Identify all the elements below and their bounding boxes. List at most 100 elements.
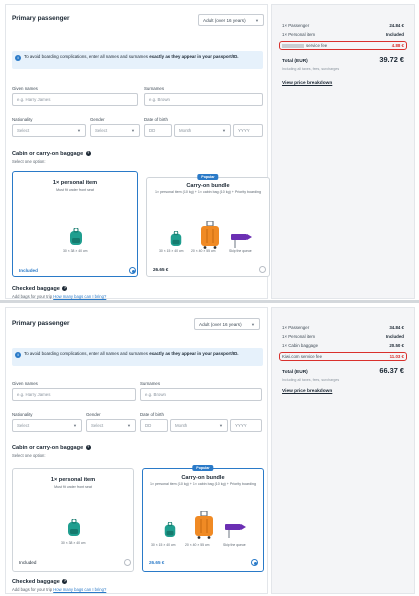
price-row: 1× Passenger 34.84 € bbox=[282, 325, 404, 330]
dob-year-input[interactable]: YYYY bbox=[233, 124, 263, 137]
checked-baggage-title: Checked baggage ? bbox=[12, 286, 68, 292]
queue-tag-icon bbox=[225, 524, 246, 538]
gender-select[interactable]: Select ▼ bbox=[90, 124, 140, 137]
total-value: 66.37 € bbox=[379, 366, 404, 375]
info-icon: i bbox=[15, 352, 21, 358]
age-select[interactable]: Adult (over 16 years) ▼ bbox=[194, 318, 260, 330]
service-fee-label: Kiwi.com service fee bbox=[282, 354, 323, 359]
price-row-value: 34.84 € bbox=[389, 325, 404, 330]
service-fee-label-text: service fee bbox=[306, 43, 328, 48]
option-desc: Must fit under front seat bbox=[56, 188, 94, 192]
dob-month-select[interactable]: Month ▼ bbox=[170, 419, 228, 432]
option-dims: 30 × 38 × 40 cm bbox=[61, 541, 86, 545]
price-row-value: Included bbox=[385, 334, 404, 339]
age-select[interactable]: Adult (over 16 years) ▼ bbox=[198, 14, 264, 26]
option-dims: Skip the queue bbox=[223, 543, 246, 547]
price-breakdown-link[interactable]: View price breakdown bbox=[282, 389, 332, 394]
given-names-input[interactable]: e.g. Harry James bbox=[12, 388, 136, 401]
option-title: Carry-on bundle bbox=[181, 475, 225, 481]
price-summary: 1× Passenger 34.84 € 1× Personal item Incl… bbox=[271, 307, 415, 594]
option-price: 26.65 € bbox=[153, 267, 169, 272]
option-dims: 30 × 38 × 40 cm bbox=[63, 249, 88, 253]
checked-baggage-sub: Add bags for your trip How many bags can… bbox=[12, 294, 106, 299]
dob-label: Date of birth bbox=[140, 412, 164, 417]
option-radio[interactable] bbox=[259, 266, 266, 273]
backpack-icon bbox=[164, 522, 176, 537]
price-row-label: 1× Personal item bbox=[282, 334, 316, 339]
chevron-down-icon: ▼ bbox=[73, 423, 77, 428]
price-row: 1× Personal item Included bbox=[282, 32, 404, 37]
option-title: Carry-on bundle bbox=[186, 183, 230, 189]
option-personal-item[interactable]: 1× personal item Must fit under front se… bbox=[12, 468, 134, 572]
chevron-down-icon: ▼ bbox=[131, 128, 135, 133]
surnames-input[interactable]: e.g. Brown bbox=[144, 93, 263, 106]
price-summary: 1× Passenger 24.84 € 1× Personal item Incl… bbox=[271, 4, 415, 299]
option-status: Included bbox=[19, 268, 38, 273]
total-row: Total (EUR) 66.37 € bbox=[282, 366, 404, 375]
price-row: 1× Passenger 24.84 € bbox=[282, 23, 404, 28]
checked-baggage-title-text: Checked baggage bbox=[12, 579, 60, 585]
dob-month-select[interactable]: Month ▼ bbox=[174, 124, 231, 137]
help-icon[interactable]: ? bbox=[62, 286, 68, 292]
cabin-baggage-sub: Select one option: bbox=[12, 453, 46, 458]
option-personal-item[interactable]: 1× personal item Must fit under front se… bbox=[12, 171, 138, 277]
dob-day-input[interactable]: DD bbox=[144, 124, 172, 137]
service-fee-label: service fee bbox=[282, 43, 327, 48]
dob-year-input[interactable]: YYYY bbox=[230, 419, 262, 432]
option-price: 26.65 € bbox=[149, 560, 165, 565]
dob-month-value: Month bbox=[175, 423, 188, 428]
gender-value: Select bbox=[95, 128, 108, 133]
option-desc: 1× personal item (10 kg) + 1× cabin bag … bbox=[149, 482, 257, 486]
option-desc: Must fit under front seat bbox=[54, 485, 92, 489]
service-fee-row: service fee 4.88 € bbox=[282, 43, 404, 48]
info-banner: i To avoid boarding complications, enter… bbox=[12, 51, 263, 69]
nationality-select[interactable]: Select ▼ bbox=[12, 124, 86, 137]
checked-baggage-sub: Add bags for your trip How many bags can… bbox=[12, 587, 106, 592]
price-row-value: 24.84 € bbox=[389, 23, 404, 28]
surnames-input[interactable]: e.g. Brown bbox=[140, 388, 262, 401]
price-breakdown-link[interactable]: View price breakdown bbox=[282, 81, 332, 86]
total-row: Total (EUR) 39.72 € bbox=[282, 55, 404, 64]
option-status: Included bbox=[19, 560, 37, 565]
queue-tag-icon bbox=[231, 234, 252, 248]
help-icon[interactable]: ? bbox=[62, 579, 68, 585]
surnames-label: Surnames bbox=[144, 86, 165, 91]
cabin-baggage-title-text: Cabin or carry-on baggage bbox=[12, 151, 84, 157]
checked-baggage-sub-text: Add bags for your trip bbox=[12, 587, 53, 592]
checked-baggage-title-text: Checked baggage bbox=[12, 286, 60, 292]
given-names-placeholder: e.g. Harry James bbox=[17, 97, 51, 102]
bags-help-link[interactable]: How many bags can I bring? bbox=[53, 587, 106, 592]
dob-year-placeholder: YYYY bbox=[235, 423, 247, 428]
price-row-value: Included bbox=[385, 32, 404, 37]
nationality-select[interactable]: Select ▼ bbox=[12, 419, 82, 432]
given-names-input[interactable]: e.g. Harry James bbox=[12, 93, 138, 106]
option-radio[interactable] bbox=[251, 559, 258, 566]
cabin-baggage-title-text: Cabin or carry-on baggage bbox=[12, 445, 84, 451]
nationality-value: Select bbox=[17, 128, 30, 133]
cabin-baggage-sub: Select one option: bbox=[12, 159, 46, 164]
help-icon[interactable]: ? bbox=[85, 151, 91, 157]
section-title: Primary passenger bbox=[12, 320, 70, 327]
option-carry-on-bundle[interactable]: Popular Carry-on bundle 1× personal item… bbox=[146, 174, 270, 277]
service-fee-row: Kiwi.com service fee 11.03 € bbox=[282, 354, 404, 359]
dob-label: Date of birth bbox=[144, 117, 168, 122]
price-row: 1× Cabin baggage 20.50 € bbox=[282, 343, 404, 348]
gender-label: Gender bbox=[90, 117, 105, 122]
help-icon[interactable]: ? bbox=[85, 445, 91, 451]
info-text-bold: exactly as they appear in your passport/… bbox=[149, 54, 239, 59]
dob-day-input[interactable]: DD bbox=[140, 419, 168, 432]
info-icon: i bbox=[15, 55, 21, 61]
surnames-placeholder: e.g. Brown bbox=[149, 97, 170, 102]
surnames-label: Surnames bbox=[140, 381, 161, 386]
gender-select[interactable]: Select ▼ bbox=[86, 419, 136, 432]
popular-badge: Popular bbox=[197, 174, 219, 180]
chevron-down-icon: ▼ bbox=[127, 423, 131, 428]
option-radio[interactable] bbox=[129, 267, 136, 274]
nationality-label: Nationality bbox=[12, 412, 33, 417]
option-radio[interactable] bbox=[124, 559, 131, 566]
price-row: 1× Personal item Included bbox=[282, 334, 404, 339]
option-carry-on-bundle[interactable]: Popular Carry-on bundle 1× personal item… bbox=[142, 465, 264, 572]
bags-help-link[interactable]: How many bags can I bring? bbox=[53, 294, 106, 299]
redacted-text bbox=[282, 43, 304, 48]
cabin-baggage-title: Cabin or carry-on baggage ? bbox=[12, 445, 91, 451]
